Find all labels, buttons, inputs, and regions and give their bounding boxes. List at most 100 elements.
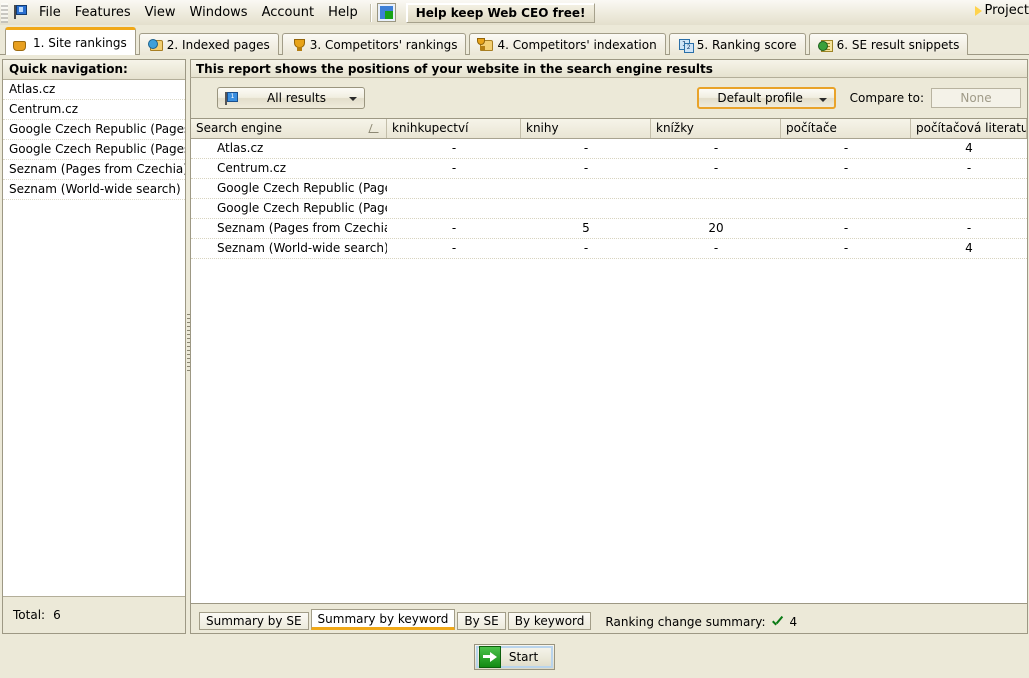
tab-label: 3. Competitors' rankings: [309, 37, 458, 52]
cell-search-engine: Google Czech Republic (Pages fro...: [217, 181, 387, 195]
cell-value: [651, 179, 781, 198]
report-panel: This report shows the positions of your …: [190, 59, 1028, 634]
ranking-change-value: 4: [789, 615, 798, 629]
quick-navigation-panel: Quick navigation: Atlas.cz Centrum.cz Go…: [2, 59, 186, 634]
menu-features[interactable]: Features: [68, 2, 138, 23]
menu-file[interactable]: File: [32, 2, 68, 23]
globe-icon: [14, 36, 29, 50]
sidebar-item-atlas[interactable]: Atlas.cz: [3, 80, 185, 100]
cell-value: [911, 179, 1027, 198]
column-header-pocitacova-literatura[interactable]: počítačová literatura: [911, 119, 1027, 138]
menu-view[interactable]: View: [138, 2, 183, 23]
cell-value: -: [451, 141, 457, 155]
export-window-icon[interactable]: [376, 3, 396, 22]
column-label: Search engine: [196, 121, 282, 135]
tab-se-result-snippets[interactable]: 6. SE result snippets: [808, 33, 969, 55]
tab-label: 1. Site rankings: [33, 35, 127, 50]
column-header-knizky[interactable]: knížky: [651, 119, 781, 138]
tab-by-se[interactable]: By SE: [457, 612, 506, 630]
sort-ascending-icon: [370, 124, 380, 131]
tab-label: 2. Indexed pages: [166, 37, 270, 52]
menu-windows[interactable]: Windows: [183, 2, 255, 23]
cell-value: -: [843, 141, 849, 155]
cell-value: -: [713, 241, 719, 255]
sidebar-item-seznam-czechia[interactable]: Seznam (Pages from Czechia): [3, 160, 185, 180]
table-row[interactable]: Google Czech Republic (Pages fro...: [191, 179, 1027, 199]
table-row[interactable]: Atlas.cz - - - - 4: [191, 139, 1027, 159]
table-row[interactable]: Google Czech Republic (Pages in ...: [191, 199, 1027, 219]
cell-value: [781, 179, 911, 198]
green-arrow-icon: [478, 646, 501, 668]
chevron-down-icon: [818, 98, 827, 102]
tab-summary-by-keyword[interactable]: Summary by keyword: [310, 609, 456, 630]
cell-value: [387, 199, 521, 218]
cell-value: -: [451, 161, 457, 175]
menubar-drag-grip[interactable]: [1, 2, 8, 23]
help-keep-free-button[interactable]: Help keep Web CEO free!: [405, 2, 596, 23]
tab-competitors-rankings[interactable]: 3. Competitors' rankings: [281, 33, 467, 55]
sidebar-item-google-pages-in[interactable]: Google Czech Republic (Pages in ...: [3, 140, 185, 160]
project-menu[interactable]: Project: [974, 3, 1029, 18]
grid-header-row: Search engine knihkupectví knihy knížky …: [191, 119, 1027, 139]
tab-ranking-score[interactable]: 12 5. Ranking score: [668, 33, 806, 55]
cell-value: [781, 199, 911, 218]
sidebar-item-seznam-worldwide[interactable]: Seznam (World-wide search): [3, 180, 185, 200]
quick-navigation-header: Quick navigation:: [3, 60, 185, 80]
column-header-knihkupectvi[interactable]: knihkupectví: [387, 119, 521, 138]
cell-value: [387, 179, 521, 198]
table-row[interactable]: Seznam (World-wide search) - - - - 4: [191, 239, 1027, 259]
flag-1-icon: 1: [223, 91, 239, 106]
ranking-change-label: Ranking change summary:: [605, 615, 766, 629]
quick-navigation-total: Total: 6: [3, 596, 185, 633]
start-button-label: Start: [508, 650, 539, 664]
cell-value: [911, 199, 1027, 218]
tab-indexed-pages[interactable]: 2. Indexed pages: [138, 33, 279, 55]
cell-value: [521, 199, 651, 218]
tab-summary-by-se[interactable]: Summary by SE: [199, 612, 309, 630]
start-button[interactable]: Start: [473, 644, 556, 670]
indexed-pages-icon: [147, 38, 163, 52]
column-header-search-engine[interactable]: Search engine: [191, 119, 387, 138]
total-value: 6: [53, 608, 61, 622]
menubar-separator: [369, 3, 372, 22]
table-row[interactable]: Seznam (Pages from Czechia) - 5 20 - -: [191, 219, 1027, 239]
menu-bar: File Features View Windows Account Help …: [0, 0, 1029, 26]
green-check-icon: [772, 617, 784, 628]
cell-value: [651, 199, 781, 218]
cell-search-engine: Atlas.cz: [217, 141, 264, 155]
profile-value: Default profile: [717, 91, 803, 105]
table-row[interactable]: Centrum.cz - - - - -: [191, 159, 1027, 179]
report-toolbar: 1 All results Default profile Compare to…: [190, 78, 1028, 118]
menu-account[interactable]: Account: [255, 2, 322, 23]
cell-value: -: [966, 161, 972, 175]
ranking-change-summary: Ranking change summary: 4: [605, 615, 797, 630]
cell-search-engine: Google Czech Republic (Pages in ...: [217, 201, 387, 215]
ranking-score-icon: 12: [678, 38, 694, 53]
tab-competitors-indexation[interactable]: 4. Competitors' indexation: [469, 33, 666, 55]
column-header-pocitace[interactable]: počítače: [781, 119, 911, 138]
tab-site-rankings[interactable]: 1. Site rankings: [5, 27, 136, 55]
cell-value: 4: [965, 141, 973, 155]
main-tab-strip: 1. Site rankings 2. Indexed pages 3. Com…: [0, 25, 1029, 55]
column-header-knihy[interactable]: knihy: [521, 119, 651, 138]
tab-by-keyword[interactable]: By keyword: [507, 612, 592, 630]
menu-help[interactable]: Help: [321, 2, 365, 23]
cell-value: -: [843, 221, 849, 235]
cell-value: -: [451, 221, 457, 235]
sidebar-item-centrum[interactable]: Centrum.cz: [3, 100, 185, 120]
project-menu-label: Project: [984, 3, 1029, 18]
cell-value: 4: [965, 241, 973, 255]
tab-label: 4. Competitors' indexation: [497, 37, 657, 52]
report-view-tabs: Summary by SE Summary by keyword By SE B…: [190, 604, 1028, 634]
chevron-right-icon: [974, 5, 982, 16]
compare-to-field[interactable]: None: [931, 88, 1021, 108]
report-title: This report shows the positions of your …: [190, 59, 1028, 78]
cell-value: -: [843, 161, 849, 175]
sidebar-item-google-pages-from[interactable]: Google Czech Republic (Pages fro...: [3, 120, 185, 140]
profile-dropdown[interactable]: Default profile: [696, 87, 836, 109]
cell-value: -: [583, 241, 589, 255]
results-filter-dropdown[interactable]: 1 All results: [217, 87, 365, 109]
compare-to-label: Compare to:: [849, 91, 924, 105]
tab-label: 6. SE result snippets: [836, 37, 960, 52]
cell-value: -: [843, 241, 849, 255]
